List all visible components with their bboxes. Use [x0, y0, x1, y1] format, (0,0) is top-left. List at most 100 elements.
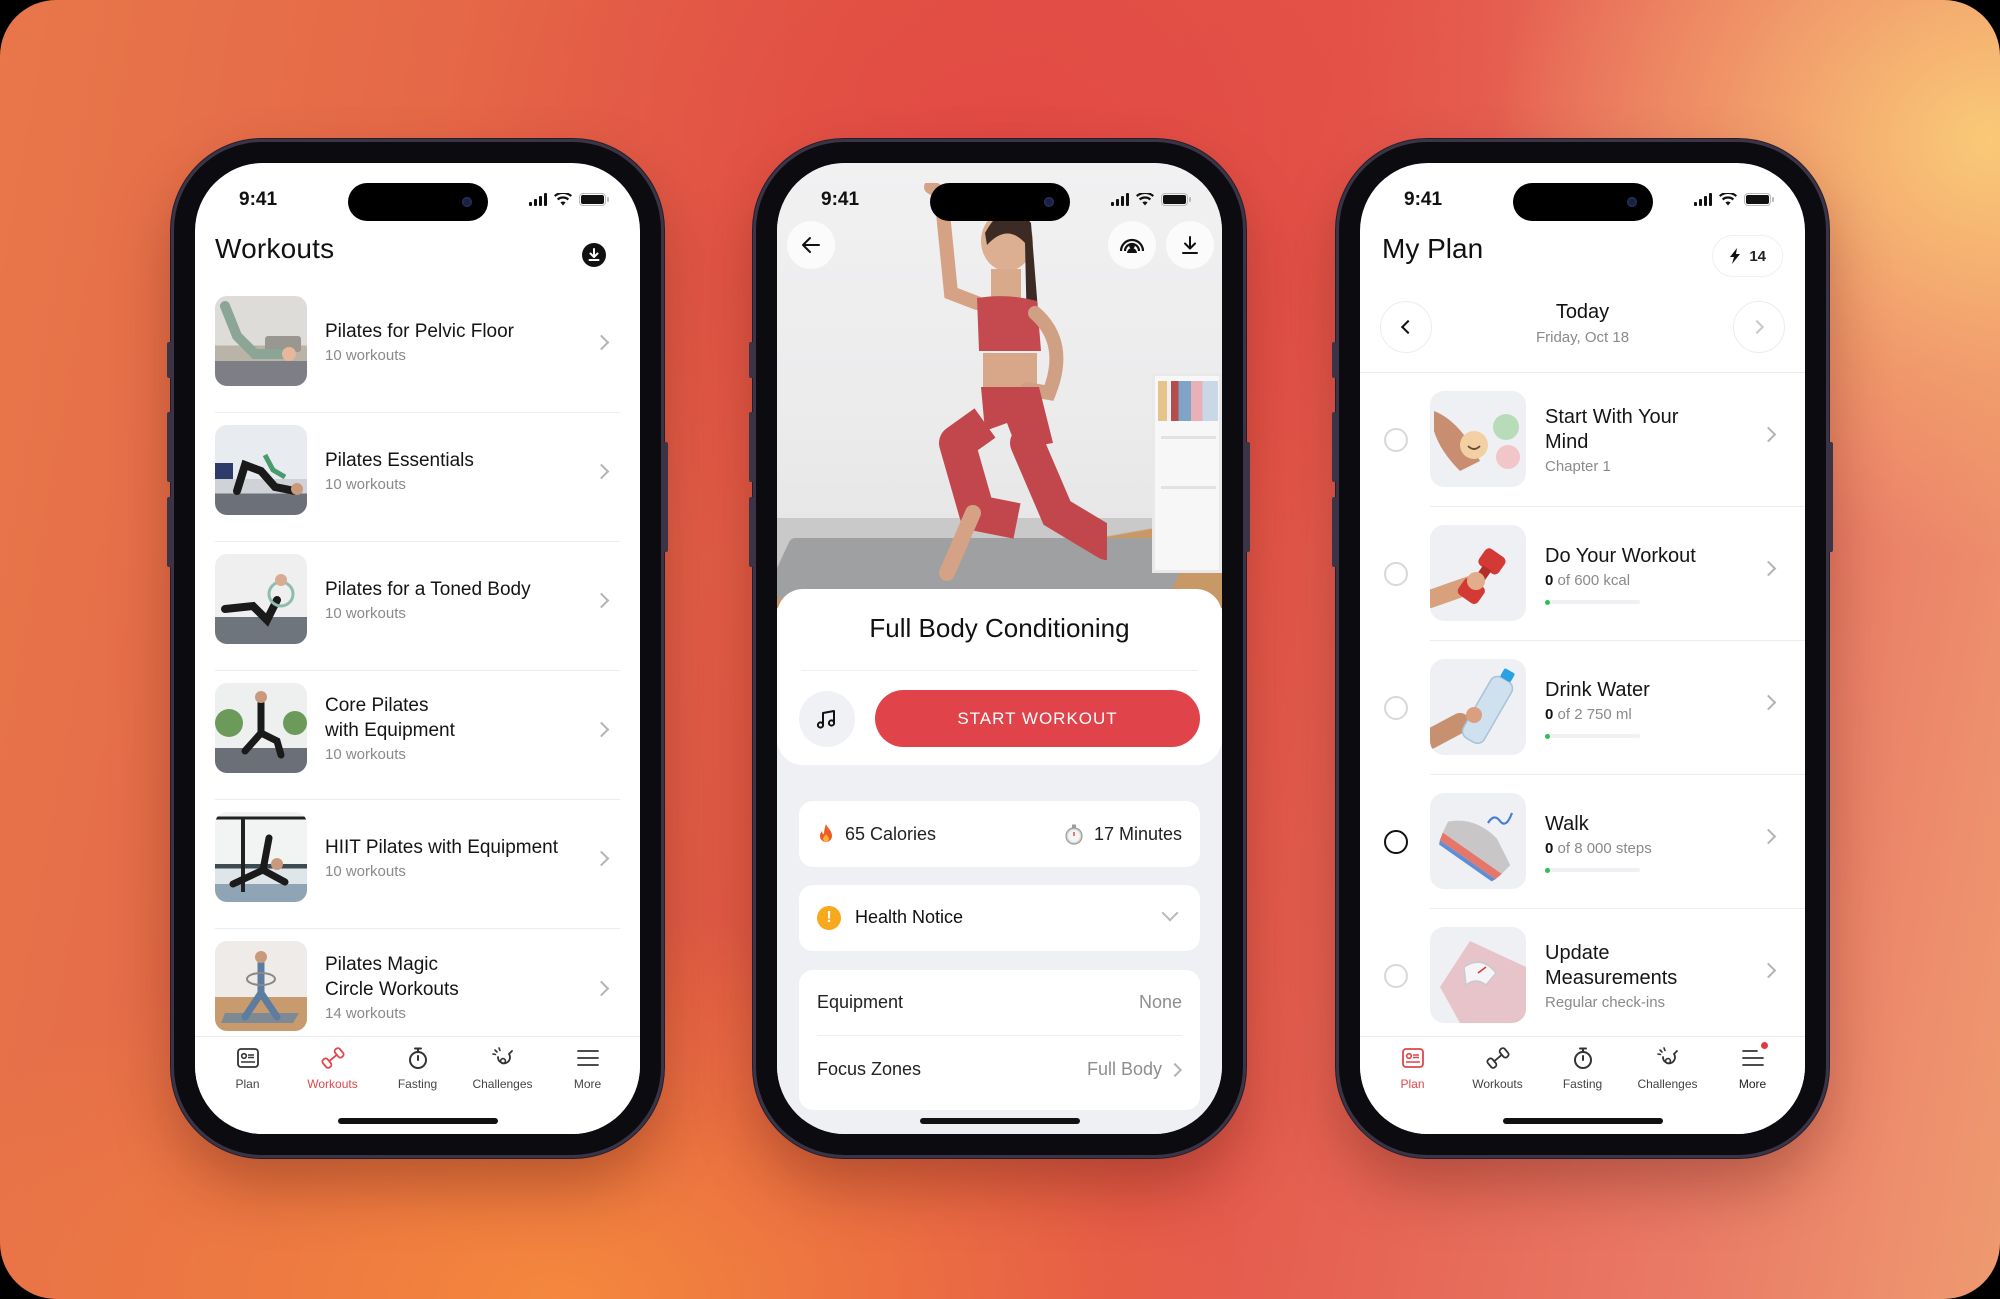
plan-header: My Plan 14 [1382, 233, 1785, 277]
tab-label: Workouts [1472, 1077, 1523, 1091]
task-subtitle: Regular check-ins [1545, 994, 1666, 1011]
progress-fill [1545, 867, 1550, 873]
task-name: Update Measurements [1545, 942, 1678, 989]
plan-task-item[interactable]: Drink Water 0 of 2 750 ml [1360, 641, 1805, 775]
trainer-photo [924, 183, 1107, 581]
chevron-right-icon [596, 334, 610, 348]
task-thumbnail [1430, 927, 1526, 1023]
tab-more[interactable]: More [546, 1045, 630, 1134]
plan-task-item[interactable]: Update Measurements Regular check-ins [1360, 909, 1805, 1043]
plan-task-item[interactable]: Start With Your Mind Chapter 1 [1360, 373, 1805, 507]
task-checkbox[interactable] [1384, 696, 1408, 720]
back-button[interactable] [787, 221, 835, 269]
task-progress-goal: of 600 kcal [1553, 572, 1631, 589]
cast-button[interactable] [1108, 221, 1156, 269]
task-progress-bar [1545, 599, 1640, 605]
task-thumbnail [1430, 525, 1526, 621]
airplay-cast-icon [1119, 238, 1145, 253]
task-checkbox[interactable] [1384, 562, 1408, 586]
detail-row-equipment: Equipment None [817, 970, 1182, 1036]
tab-label: More [573, 1077, 602, 1091]
dumbbell-icon [1485, 1047, 1510, 1069]
day-navigator: Today Friday, Oct 18 [1380, 299, 1785, 355]
program-count: 10 workouts [325, 475, 406, 493]
tab-plan[interactable]: Plan [1371, 1045, 1455, 1134]
workout-program-item[interactable]: HIIT Pilates with Equipment 10 workouts [215, 800, 620, 929]
detail-row-focus-zones[interactable]: Focus Zones Full Body [817, 1036, 1182, 1102]
task-progress-text: 0 of 8 000 steps [1545, 840, 1755, 857]
wifi-icon [1719, 193, 1737, 206]
music-button[interactable] [799, 691, 855, 747]
plan-task-item[interactable]: Walk 0 of 8 000 steps [1360, 775, 1805, 909]
program-count: 10 workouts [325, 746, 406, 763]
battery-icon [1161, 193, 1191, 206]
home-indicator [1502, 1118, 1663, 1124]
program-name: Core Pilates with Equipment [325, 695, 455, 741]
task-checkbox[interactable] [1384, 428, 1408, 452]
dynamic-island [929, 183, 1070, 221]
tab-label: Plan [235, 1077, 260, 1091]
tab-plan[interactable]: Plan [206, 1045, 290, 1134]
cellular-signal-icon [529, 193, 547, 206]
tab-label: Plan [1400, 1077, 1425, 1091]
challenge-trophy-icon [491, 1047, 513, 1065]
divider [801, 670, 1198, 671]
task-thumbnail [1430, 793, 1526, 889]
tab-label: Workouts [307, 1077, 358, 1091]
tab-more[interactable]: More [1711, 1042, 1795, 1134]
hamburger-menu-icon [1741, 1050, 1764, 1066]
program-count: 14 workouts [325, 1004, 406, 1022]
power-button [1828, 442, 1833, 552]
workout-program-item[interactable]: Pilates for a Toned Body 10 workouts [215, 542, 620, 671]
program-name: Pilates Magic Circle Workouts [325, 953, 459, 1000]
program-name: Pilates Essentials [325, 449, 474, 471]
duration-stat: 17 Minutes [1064, 801, 1182, 867]
health-notice-accordion[interactable]: ! Health Notice [799, 885, 1200, 951]
tab-label: Fasting [397, 1077, 438, 1091]
download-button[interactable] [1166, 221, 1214, 269]
chevron-right-icon [1749, 319, 1765, 335]
power-button [1245, 442, 1250, 552]
program-thumbnail [215, 812, 307, 902]
action-button [749, 342, 754, 378]
streak-count: 14 [1749, 247, 1766, 265]
volume-down-button [1332, 497, 1337, 567]
calories-stat: 65 Calories [817, 801, 936, 867]
task-progress-goal: of 2 750 ml [1553, 706, 1632, 723]
task-subtitle: Chapter 1 [1545, 458, 1611, 475]
workout-program-item[interactable]: Core Pilates with Equipment 10 workouts [215, 671, 620, 800]
detail-label: Equipment [817, 992, 904, 1012]
wifi-icon [554, 193, 572, 206]
volume-down-button [167, 497, 172, 567]
chevron-right-icon [1763, 426, 1777, 440]
program-name: Pilates for a Toned Body [325, 578, 531, 600]
detail-value: Full Body [1087, 1059, 1182, 1080]
task-progress-bar [1545, 733, 1640, 739]
status-time: 9:41 [239, 189, 278, 210]
start-workout-button[interactable]: START WORKOUT [875, 690, 1200, 747]
program-count: 10 workouts [325, 604, 406, 622]
workout-details-card: Equipment None Focus Zones Full Body [799, 970, 1200, 1110]
download-circle-icon[interactable] [582, 243, 606, 267]
stopwatch-icon [1573, 1047, 1592, 1069]
next-day-button[interactable] [1733, 301, 1785, 353]
chevron-right-icon [1763, 560, 1777, 574]
stopwatch-icon [408, 1047, 427, 1069]
plan-task-item[interactable]: Do Your Workout 0 of 600 kcal [1360, 507, 1805, 641]
task-checkbox[interactable] [1384, 830, 1408, 854]
task-checkbox[interactable] [1384, 964, 1408, 988]
workout-program-item[interactable]: Pilates Essentials 10 workouts [215, 413, 620, 542]
workout-title: Full Body Conditioning [869, 613, 1130, 643]
status-time: 9:41 [821, 189, 860, 210]
workout-program-item[interactable]: Pilates for Pelvic Floor 10 workouts [215, 284, 620, 413]
fire-icon [820, 824, 832, 842]
detail-value: None [1138, 992, 1182, 1012]
task-name: Do Your Workout [1545, 545, 1696, 567]
streak-badge[interactable]: 14 [1712, 235, 1783, 277]
task-thumbnail [1430, 391, 1526, 487]
hamburger-menu-icon [576, 1050, 599, 1066]
notification-badge [1760, 1042, 1768, 1049]
workout-detail-screen: 9:41 Full Body Conditioning START WORKOU… [777, 163, 1222, 1134]
day-label: Today [1555, 301, 1610, 323]
program-name: Pilates for Pelvic Floor [325, 320, 515, 342]
